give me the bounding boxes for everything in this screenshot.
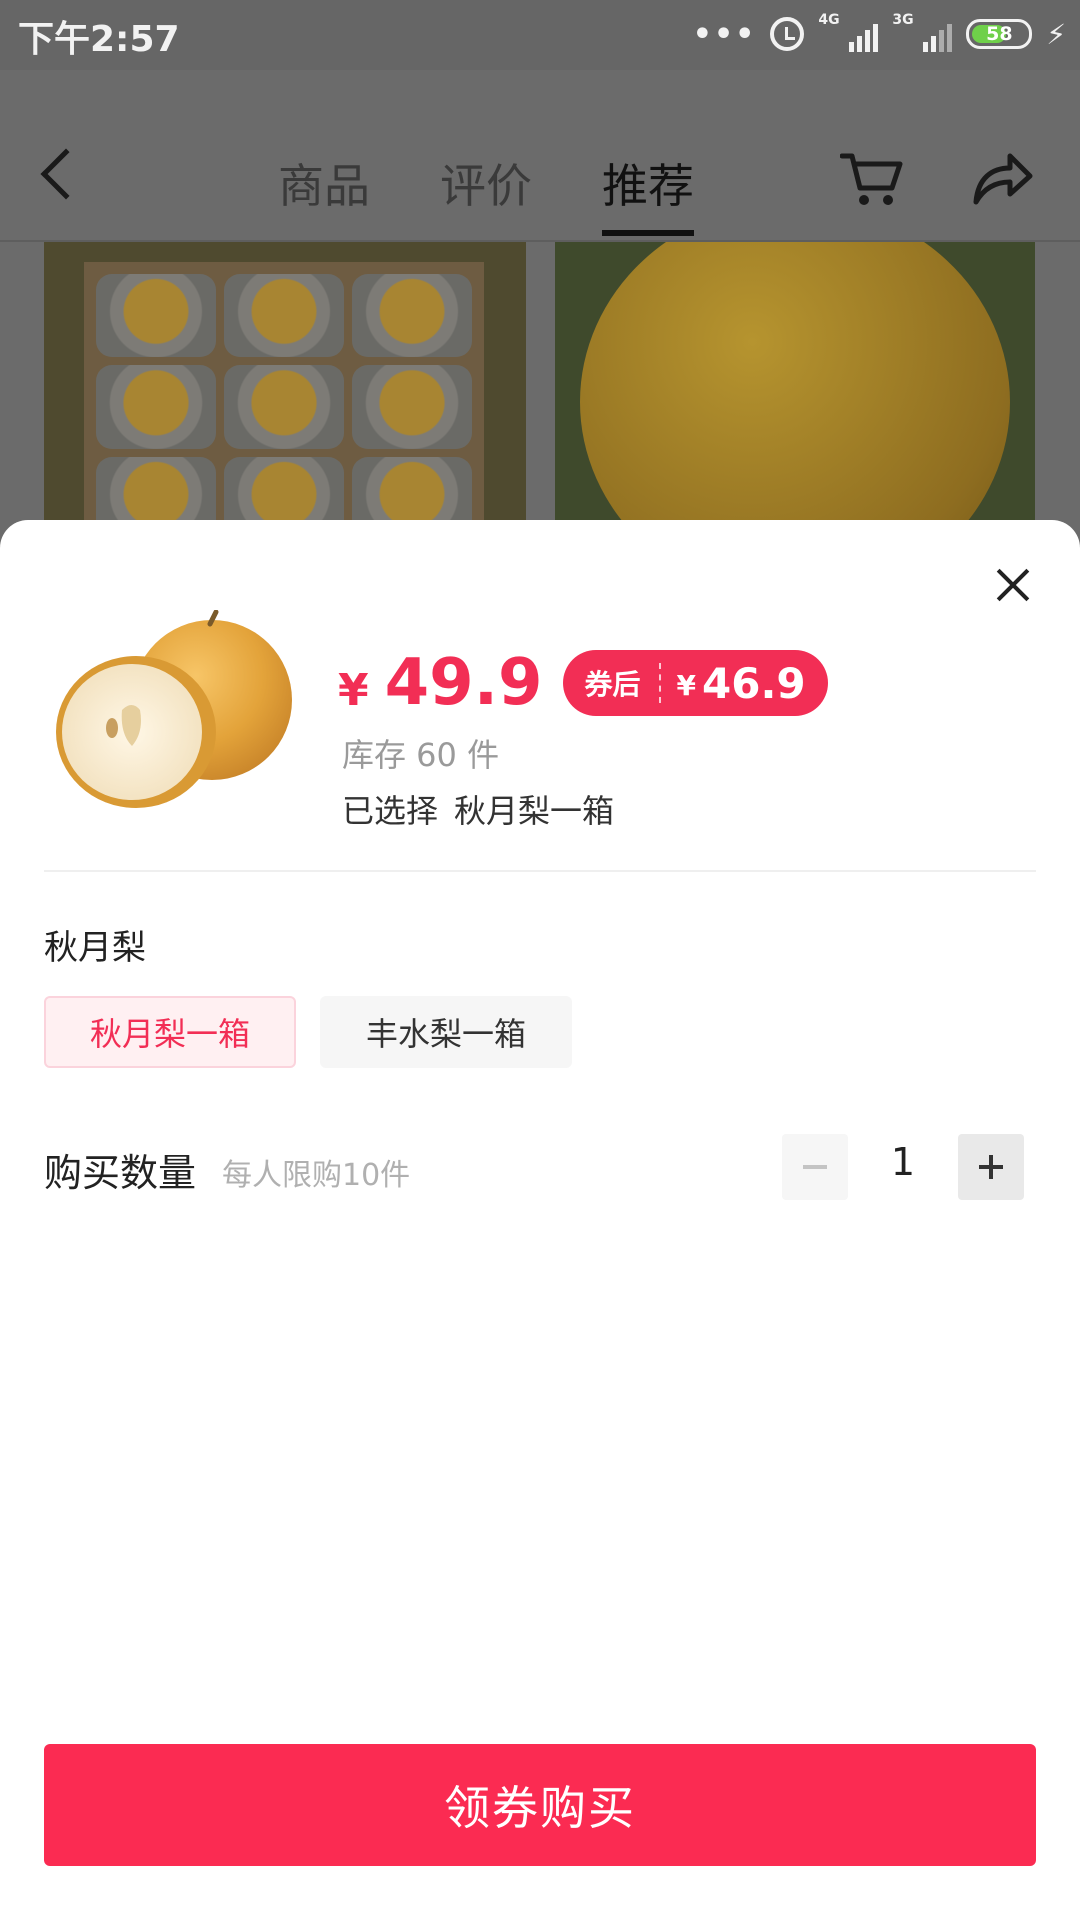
close-icon[interactable] (996, 568, 1030, 602)
spec-option-qiuyue[interactable]: 秋月梨一箱 (44, 996, 296, 1068)
tab-reviews[interactable]: 评价 (440, 150, 532, 236)
spec-title: 秋月梨 (44, 928, 146, 968)
spec-options: 秋月梨一箱 丰水梨一箱 (44, 996, 572, 1068)
price-currency: ¥ (338, 664, 369, 716)
divider (44, 870, 1036, 872)
quantity-increase-button[interactable] (958, 1134, 1024, 1200)
product-image-single-pear (555, 242, 1035, 522)
signal-3g-icon: 3G (892, 12, 953, 52)
tab-product[interactable]: 商品 (278, 150, 370, 236)
selected-spec: 已选择 秋月梨一箱 (342, 786, 614, 832)
signal-4g-icon: 4G (818, 12, 879, 52)
price-line: ¥ 49.9 券后 ¥ 46.9 (338, 646, 828, 720)
coupon-price: 46.9 (702, 658, 806, 708)
status-bar: 下午2:57 ••• 4G 3G 58 ⚡ (0, 0, 1080, 70)
status-icons: ••• 4G 3G 58 ⚡ (693, 12, 1066, 56)
price-value: 49.9 (384, 646, 543, 720)
quantity-title: 购买数量 (44, 1151, 197, 1195)
alarm-icon (770, 17, 805, 51)
nav-tabs: 商品 评价 推荐 (278, 150, 694, 236)
buy-with-coupon-button[interactable]: 领券购买 (44, 1744, 1036, 1866)
charging-icon: ⚡ (1046, 17, 1066, 51)
more-dots-icon: ••• (692, 16, 757, 52)
product-thumbnail (56, 610, 292, 808)
quantity-decrease-button[interactable] (782, 1134, 848, 1200)
sku-bottom-sheet: ¥ 49.9 券后 ¥ 46.9 库存 60 件 已选择 秋月梨一箱 秋月梨 秋月… (0, 520, 1080, 1920)
share-icon[interactable] (970, 148, 1034, 206)
status-time: 下午2:57 (18, 19, 180, 60)
coupon-currency: ¥ (676, 668, 697, 702)
product-nav-bar: 商品 评价 推荐 (0, 70, 1080, 242)
stock-text: 库存 60 件 (342, 736, 500, 774)
spec-option-fengshui[interactable]: 丰水梨一箱 (320, 996, 572, 1068)
quantity-value[interactable]: 1 (868, 1140, 938, 1184)
coupon-price-badge: 券后 ¥ 46.9 (562, 650, 828, 716)
selected-label: 已选择 (342, 792, 439, 830)
product-image-pear-box (44, 242, 526, 522)
selected-value: 秋月梨一箱 (454, 792, 615, 830)
battery-icon: 58 (966, 19, 1033, 49)
quantity-limit: 每人限购10件 (222, 1158, 411, 1193)
back-icon[interactable] (40, 148, 92, 200)
tab-recommend[interactable]: 推荐 (602, 150, 694, 236)
battery-level: 58 (986, 23, 1013, 45)
cart-icon[interactable] (840, 150, 904, 208)
coupon-label: 券后 (585, 663, 661, 703)
